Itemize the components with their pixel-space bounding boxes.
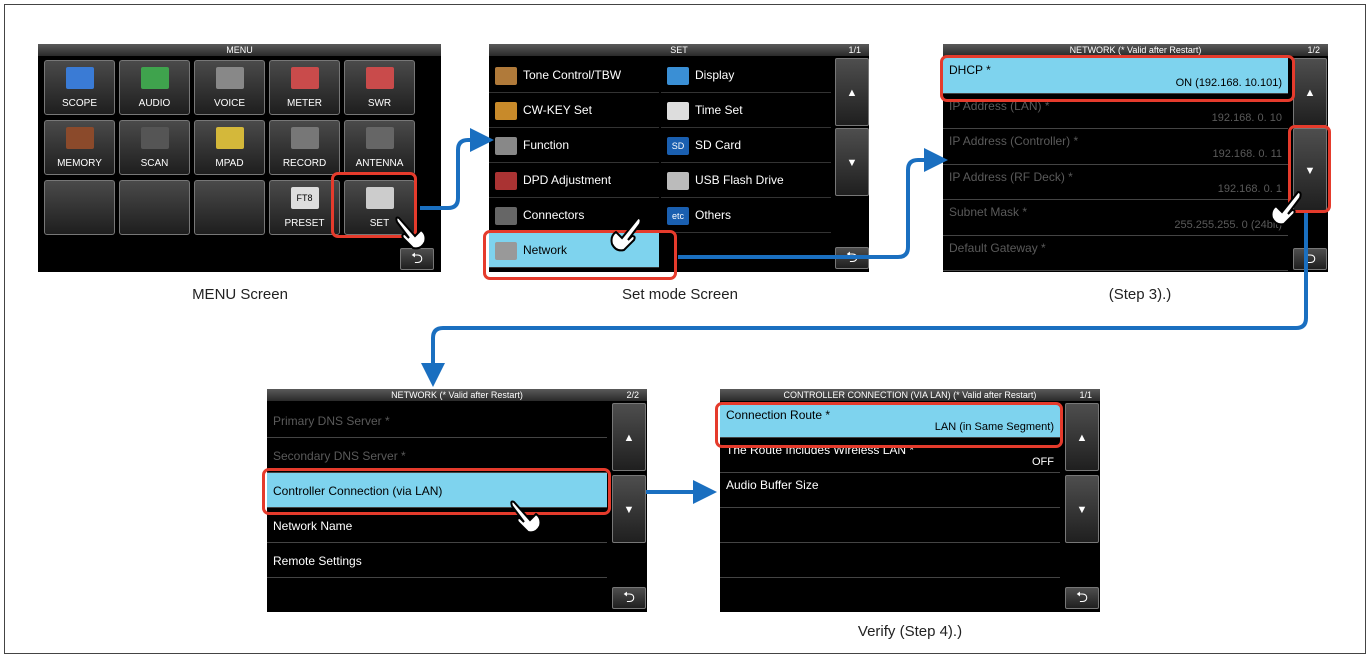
hand-pointer-icon — [510, 500, 542, 534]
hand-pointer-icon — [395, 216, 427, 250]
flow-arrows — [420, 128, 1308, 504]
arrow-set-to-network — [678, 148, 948, 259]
hand-pointer-icon — [1270, 190, 1302, 226]
hand-pointer-icon — [610, 216, 642, 252]
arrow-network-to-network2 — [421, 213, 1308, 387]
arrow-menu-to-set — [420, 128, 494, 210]
